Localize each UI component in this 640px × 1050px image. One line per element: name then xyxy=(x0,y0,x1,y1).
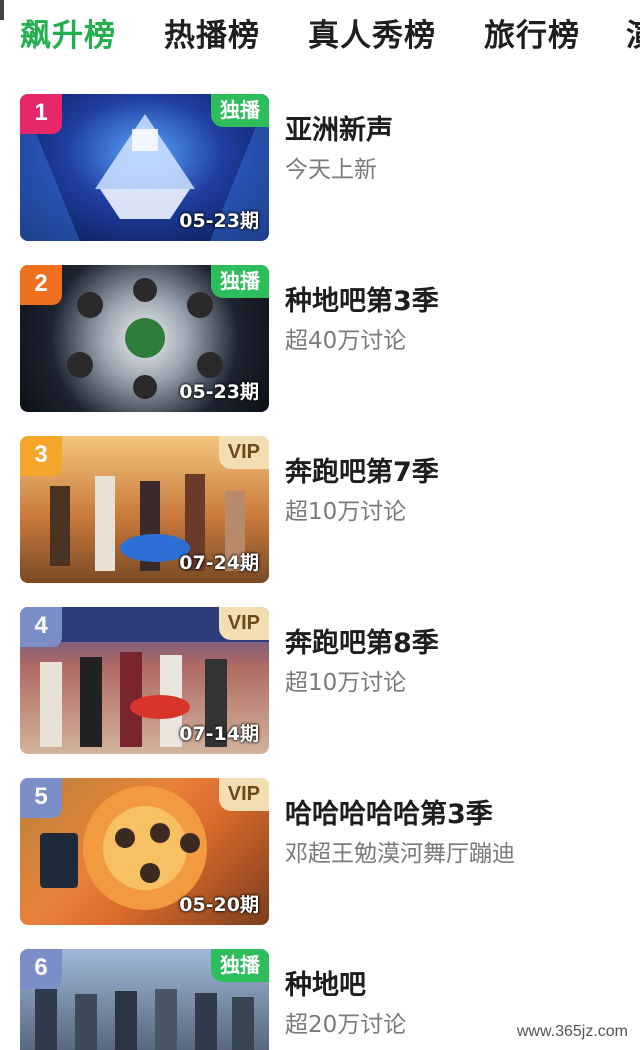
rank-badge: 3 xyxy=(20,436,62,476)
rank-badge: 5 xyxy=(20,778,62,818)
ranking-tabs: 飙升榜 热播榜 真人秀榜 旅行榜 演 xyxy=(0,0,640,62)
tab-partial[interactable]: 演 xyxy=(626,10,640,55)
exclusive-badge: 独播 xyxy=(211,265,269,298)
exclusive-badge: 独播 xyxy=(211,94,269,127)
episode-date: 05-20期 xyxy=(179,894,259,916)
tab-hot[interactable]: 热播榜 xyxy=(164,10,260,55)
show-thumbnail[interactable]: 4 VIP 07-14期 xyxy=(20,607,269,754)
watermark: www.365jz.com xyxy=(512,1022,632,1042)
list-item[interactable]: 3 VIP 07-24期 奔跑吧第7季 超10万讨论 xyxy=(0,436,640,586)
vip-badge: VIP xyxy=(218,607,269,640)
show-subtitle: 邓超王勉漠河舞厅蹦迪 xyxy=(285,841,515,867)
show-subtitle: 超10万讨论 xyxy=(285,670,407,696)
show-subtitle: 超20万讨论 xyxy=(285,1012,407,1038)
episode-date: 05-23期 xyxy=(179,210,259,232)
show-subtitle: 超40万讨论 xyxy=(285,328,407,354)
show-title[interactable]: 哈哈哈哈哈第3季 xyxy=(285,792,493,831)
show-title[interactable]: 种地吧 xyxy=(285,963,366,1002)
show-thumbnail[interactable]: 6 独播 xyxy=(20,949,269,1050)
list-item[interactable]: 5 VIP 05-20期 哈哈哈哈哈第3季 邓超王勉漠河舞厅蹦迪 xyxy=(0,778,640,928)
episode-date: 07-24期 xyxy=(179,552,259,574)
show-thumbnail[interactable]: 1 独播 05-23期 xyxy=(20,94,269,241)
rank-badge: 6 xyxy=(20,949,62,989)
tab-rising[interactable]: 飙升榜 xyxy=(20,10,116,55)
list-item[interactable]: 4 VIP 07-14期 奔跑吧第8季 超10万讨论 xyxy=(0,607,640,757)
list-item[interactable]: 1 独播 05-23期 亚洲新声 今天上新 xyxy=(0,94,640,244)
show-thumbnail[interactable]: 2 独播 05-23期 xyxy=(20,265,269,412)
episode-date: 05-23期 xyxy=(179,381,259,403)
rank-badge: 1 xyxy=(20,94,62,134)
show-title[interactable]: 奔跑吧第7季 xyxy=(285,450,439,489)
rank-badge: 2 xyxy=(20,265,62,305)
show-title[interactable]: 奔跑吧第8季 xyxy=(285,621,439,660)
show-thumbnail[interactable]: 3 VIP 07-24期 xyxy=(20,436,269,583)
episode-date: 07-14期 xyxy=(179,723,259,745)
tab-travel[interactable]: 旅行榜 xyxy=(484,10,580,55)
vip-badge: VIP xyxy=(218,436,269,469)
list-item[interactable]: 2 独播 05-23期 种地吧第3季 超40万讨论 xyxy=(0,265,640,415)
show-subtitle: 今天上新 xyxy=(285,157,377,183)
show-thumbnail[interactable]: 5 VIP 05-20期 xyxy=(20,778,269,925)
show-subtitle: 超10万讨论 xyxy=(285,499,407,525)
show-title[interactable]: 种地吧第3季 xyxy=(285,279,439,318)
tab-reality[interactable]: 真人秀榜 xyxy=(308,10,436,55)
vip-badge: VIP xyxy=(218,778,269,811)
show-title[interactable]: 亚洲新声 xyxy=(285,108,393,147)
exclusive-badge: 独播 xyxy=(211,949,269,982)
rank-badge: 4 xyxy=(20,607,62,647)
